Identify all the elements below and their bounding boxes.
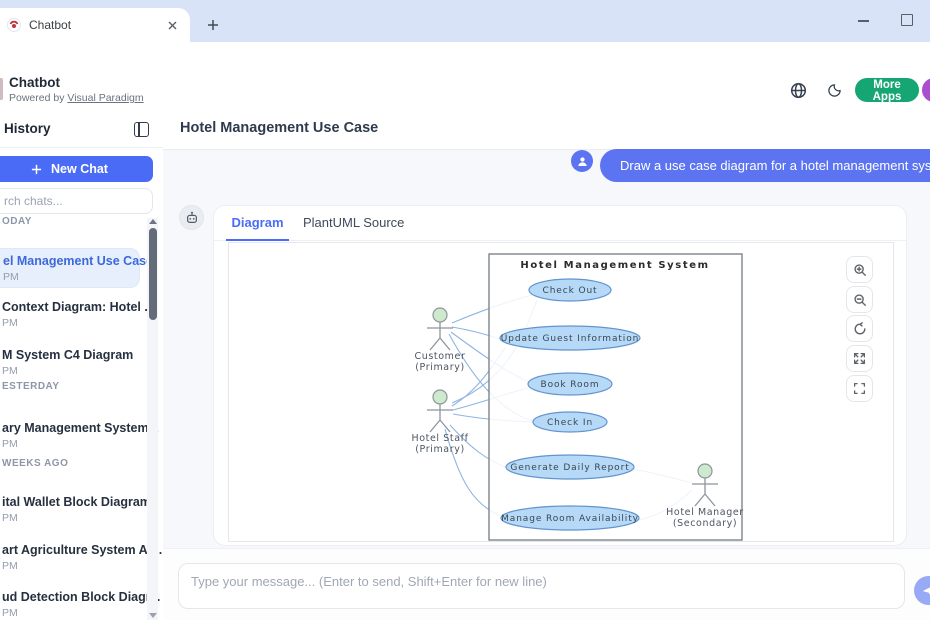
actor-role: (Secondary) [673,518,737,529]
new-chat-label: New Chat [51,162,108,176]
history-section-label: ODAY [2,216,32,227]
person-icon [576,155,589,168]
app-logo [0,78,3,100]
robot-icon [185,211,199,225]
browser-tab-chatbot[interactable]: Chatbot [0,8,190,42]
fullscreen-button[interactable] [846,375,873,402]
visual-paradigm-link[interactable]: Visual Paradigm [67,92,143,104]
chat-item-time: PM [2,607,132,619]
chat-item-title: Context Diagram: Hotel ... [2,300,132,314]
chat-item-time: PM [2,512,132,524]
history-section-label: ESTERDAY [2,381,60,392]
plus-icon [207,19,219,31]
sidebar-collapse-icon[interactable] [134,122,149,137]
assistant-response-card: Diagram PlantUML Source Hotel Management… [213,205,907,546]
history-title: History [4,121,51,136]
fit-to-screen-button[interactable] [846,345,873,372]
dark-mode-moon-icon[interactable] [823,79,845,101]
message-input[interactable] [178,563,905,609]
send-button[interactable] [914,576,930,605]
browser-window: Chatbot ai-toolbox.visual-paradigm.com/a… [0,0,930,620]
user-message-avatar [571,150,593,172]
zoom-in-button[interactable] [846,256,873,283]
result-tabbar: Diagram PlantUML Source [214,206,906,241]
assistant-avatar [179,205,204,230]
use-case-label: Check In [547,418,593,428]
use-case-diagram: Hotel Management System Check Out Update G… [402,249,752,545]
actor-body [427,404,453,432]
user-message-bubble: Draw a use case diagram for a hotel mana… [600,149,930,182]
scroll-up-icon[interactable] [149,219,157,224]
scroll-down-icon[interactable] [149,613,157,618]
app-title: Chatbot [9,75,60,90]
tab-title: Chatbot [29,18,164,32]
chat-history-item[interactable]: Context Diagram: Hotel ... PM [0,295,140,335]
chat-history-item[interactable]: el Management Use Case PM [0,248,140,288]
language-globe-icon[interactable] [787,79,809,101]
actor-role: (Primary) [415,444,465,455]
plus-icon [31,164,42,175]
active-tab-underline [226,239,289,241]
more-apps-button[interactable]: More Apps [855,78,919,102]
chat-item-title: art Agriculture System Ar... [2,543,132,557]
zoom-out-button[interactable] [846,286,873,313]
chat-item-time: PM [2,317,132,329]
chat-history-item[interactable]: art Agriculture System Ar... PM [0,538,140,578]
actor-role: (Primary) [415,362,465,373]
message-input-bar [163,548,930,620]
chat-item-title: ary Management System... [2,421,132,435]
system-boundary-title: Hotel Management System [520,260,709,271]
actor-name: Customer [415,351,466,362]
chat-item-time: PM [3,271,131,283]
chat-item-title: M System C4 Diagram [2,348,132,362]
history-section-label: WEEKS AGO [2,458,68,469]
sidebar-divider [0,147,164,148]
chat-item-title: ital Wallet Block Diagram [2,495,132,509]
actor-name: Hotel Staff [411,433,468,444]
actor-head [698,464,712,478]
system-boundary [489,254,742,540]
chat-item-title: ud Detection Block Diagr... [2,590,132,604]
chat-history-item[interactable]: ud Detection Block Diagr... PM [0,585,140,620]
sidebar-scrollbar[interactable] [147,218,158,620]
chat-item-time: PM [2,560,132,572]
chat-item-time: PM [2,365,132,377]
chat-history-item[interactable]: ital Wallet Block Diagram PM [0,490,140,530]
tab-plantuml-source[interactable]: PlantUML Source [303,215,404,230]
chat-history-item[interactable]: M System C4 Diagram PM [0,343,140,383]
chat-item-time: PM [2,438,132,450]
history-sidebar: History New Chat ODAY el Management Use C… [0,108,164,620]
actor-body [427,322,453,350]
tab-close-icon[interactable] [164,17,180,33]
tab-diagram[interactable]: Diagram [226,215,289,230]
new-chat-button[interactable]: New Chat [0,156,153,182]
tab-favicon-icon [7,18,21,32]
actor-head [433,390,447,404]
conversation-header: Hotel Management Use Case [163,108,930,150]
page-title: Hotel Management Use Case [180,120,378,136]
reset-view-button[interactable] [846,315,873,342]
use-case-label: Update Guest Information [501,334,639,344]
window-maximize-button[interactable] [901,14,913,26]
use-case-label: Check Out [543,286,598,296]
window-minimize-button[interactable] [858,20,869,22]
chat-item-title: el Management Use Case [3,254,131,268]
browser-titlebar: Chatbot [0,0,930,42]
scrollbar-thumb[interactable] [149,228,157,320]
browser-toolbar: ai-toolbox.visual-paradigm.com/app/chatb… [0,42,930,70]
use-case-label: Book Room [541,380,600,390]
powered-prefix: Powered by [9,92,67,104]
powered-by: Powered by Visual Paradigm [9,92,144,104]
use-case-label: Generate Daily Report [510,463,629,473]
send-plane-icon [922,584,930,598]
chat-history-item[interactable]: ary Management System... PM [0,416,140,456]
actor-name: Hotel Manager [666,507,744,518]
diagram-viewport[interactable]: Hotel Management System Check Out Update G… [228,242,894,542]
use-case-label: Manage Room Availability [501,514,639,524]
search-input[interactable] [0,188,153,214]
chat-area: Draw a use case diagram for a hotel mana… [163,150,930,548]
actor-head [433,308,447,322]
new-tab-button[interactable] [201,13,225,37]
